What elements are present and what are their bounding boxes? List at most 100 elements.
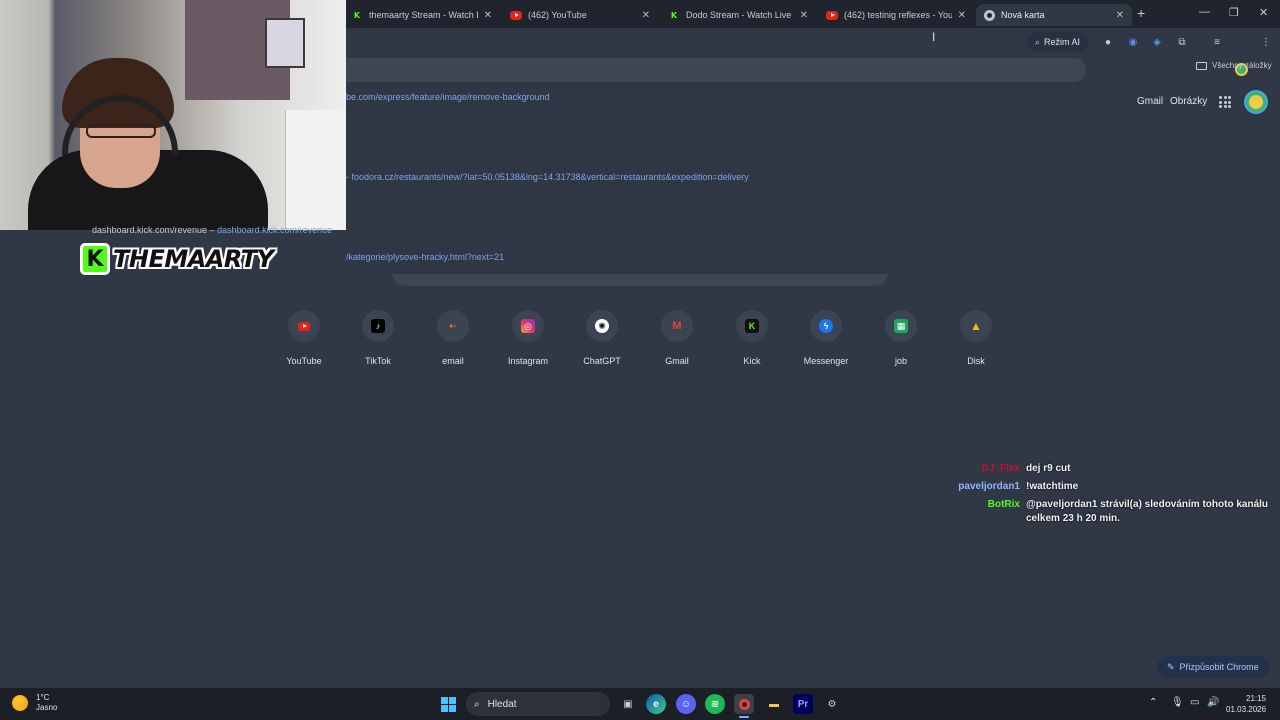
apps-grid-icon[interactable] [1219, 96, 1231, 108]
chat-username: BotRix [987, 499, 1020, 510]
menu-icon[interactable]: ⋮ [1259, 35, 1273, 49]
shortcut-job[interactable]: ▦ job [866, 310, 936, 366]
bookmarks-label: Všechny záložky [1212, 61, 1272, 70]
youtube-icon [826, 10, 838, 20]
weather-widget[interactable]: 1°C Jasno [12, 693, 57, 713]
tab-dodo[interactable]: K Dodo Stream - Watch Live on K ✕ [660, 4, 816, 26]
close-icon[interactable]: ✕ [1116, 10, 1124, 21]
new-tab-button[interactable]: + [1137, 5, 1145, 21]
account-avatar[interactable] [1244, 90, 1268, 114]
chrome-taskbar-icon[interactable] [734, 694, 754, 714]
shortcut-disk[interactable]: ▲ Disk [941, 310, 1011, 366]
tab-new-tab[interactable]: Nová karta ✕ [976, 4, 1132, 26]
extension-icon[interactable]: ◈ [1150, 35, 1164, 49]
shortcut-label: Gmail [665, 356, 689, 366]
microphone-icon[interactable]: 🎙 [1171, 697, 1184, 708]
shortcut-label: Messenger [803, 356, 849, 366]
webcam-overlay [0, 0, 346, 230]
kick-logo-icon: K [80, 243, 110, 275]
pencil-icon: ✎ [1167, 661, 1175, 672]
task-view-icon[interactable]: ▣ [618, 694, 638, 714]
minimize-button[interactable]: — [1199, 6, 1210, 18]
shortcut-email[interactable]: ⇠ email [418, 310, 488, 366]
kick-icon: K [351, 9, 363, 21]
close-icon[interactable]: ✕ [800, 10, 808, 21]
chat-text: !watchtime [1026, 481, 1079, 492]
email-icon: ⇠ [449, 320, 457, 331]
start-button[interactable] [438, 694, 458, 714]
shortcut-label: Kick [743, 356, 761, 366]
omnibox-suggestion[interactable]: /kategorie/plysove-hracky.html?next=21 [346, 252, 504, 262]
shortcut-tiktok[interactable]: ♪ TikTok [343, 310, 413, 366]
images-link[interactable]: Obrázky [1170, 96, 1207, 107]
puzzle-icon[interactable]: ⧉ [1175, 35, 1189, 49]
volume-icon[interactable]: 🔊 [1207, 697, 1219, 708]
chat-username: paveljordan1 [958, 481, 1020, 492]
tab-title: Dodo Stream - Watch Live on K [686, 10, 794, 20]
windows-icon [440, 696, 456, 712]
active-app-indicator [739, 716, 749, 718]
reading-list-icon[interactable]: ≡ [1210, 35, 1224, 49]
omnibox-suggestion[interactable]: be.com/express/feature/image/remove-back… [346, 92, 550, 102]
taskbar: 1°C Jasno ⌕ Hledat ▣ e ☺ ≋ ▬ Pr ⚙ ⌃ 🎙 ▭ … [0, 688, 1280, 720]
tab-title: Nová karta [1001, 10, 1045, 20]
extension-icon[interactable]: ● [1101, 35, 1115, 49]
chrome-icon [984, 9, 995, 21]
gmail-icon: M [672, 320, 682, 332]
shortcut-kick[interactable]: K Kick [717, 310, 787, 366]
omnibox-suggestion[interactable]: - foodora.cz/restaurants/new/?lat=50.051… [346, 172, 749, 182]
shortcut-label: email [442, 356, 464, 366]
shortcut-chatgpt[interactable]: ✺ ChatGPT [567, 310, 637, 366]
extension-icon[interactable]: ◉ [1126, 35, 1140, 49]
clock-date: 01.03.2026 [1226, 705, 1267, 714]
chevron-up-icon[interactable]: ⌃ [1149, 697, 1157, 708]
chat-message: DJ_Flex dej r9 cut [940, 462, 1280, 476]
shortcut-messenger[interactable]: ϟ Messenger [791, 310, 861, 366]
tab-testing-reflexes[interactable]: (462) testinig reflexes - YouTub ✕ [818, 4, 974, 26]
instagram-icon: ◎ [521, 319, 535, 333]
clock[interactable]: 21:15 01.03.2026 [1226, 693, 1266, 715]
network-icon[interactable]: ▭ [1190, 697, 1199, 708]
channel-logo: K THEMAARTY [80, 242, 274, 276]
omnibox[interactable] [346, 58, 1086, 82]
clock-time: 21:15 [1246, 694, 1267, 703]
chat-text: dej r9 cut [1026, 463, 1071, 474]
chat-message: BotRix @paveljordan1 strávil(a) sledován… [940, 498, 1280, 526]
customize-chrome-button[interactable]: ✎ Přizpůsobit Chrome [1157, 656, 1269, 678]
text-cursor-icon: I [932, 30, 936, 44]
restore-button[interactable]: ❐ [1229, 6, 1239, 19]
shortcut-instagram[interactable]: ◎ Instagram [493, 310, 563, 366]
omnibox-dropdown: be.com/express/feature/image/remove-back… [346, 82, 1096, 274]
shortcut-label: YouTube [286, 356, 322, 366]
close-icon[interactable]: ✕ [484, 10, 492, 21]
discord-icon[interactable]: ☺ [676, 694, 696, 714]
tiktok-icon: ♪ [371, 319, 385, 333]
youtube-icon [510, 10, 522, 20]
close-icon[interactable]: ✕ [958, 10, 966, 21]
tab-youtube[interactable]: (462) YouTube ✕ [502, 4, 658, 26]
chat-overlay: DJ_Flex dej r9 cut paveljordan1 !watchti… [940, 462, 1280, 530]
taskbar-search[interactable]: ⌕ Hledat [466, 692, 610, 716]
spotify-icon[interactable]: ≋ [705, 694, 725, 714]
close-window-button[interactable]: ✕ [1259, 6, 1268, 19]
premiere-icon[interactable]: Pr [793, 694, 813, 714]
shortcut-gmail[interactable]: M Gmail [642, 310, 712, 366]
gmail-link[interactable]: Gmail [1137, 96, 1163, 107]
shortcut-label: job [894, 356, 907, 366]
file-explorer-icon[interactable]: ▬ [764, 694, 784, 714]
channel-name: THEMAARTY [113, 245, 274, 273]
sheets-icon: ▦ [894, 319, 908, 333]
settings-gear-icon[interactable]: ⚙ [822, 694, 842, 714]
search-placeholder: Hledat [487, 698, 517, 710]
tab-title: themaarty Stream - Watch Live [369, 10, 478, 20]
ai-mode-button[interactable]: ⌕ Režim AI [1027, 32, 1089, 52]
chrome-icon [738, 698, 750, 710]
tab-themaarty[interactable]: K themaarty Stream - Watch Live ✕ [343, 4, 500, 26]
shortcut-youtube[interactable]: YouTube [269, 310, 339, 366]
chat-text: @paveljordan1 strávil(a) sledováním toho… [1026, 499, 1269, 524]
omnibox-suggestion-dashboard[interactable]: dashboard.kick.com/revenue – dashboard.k… [92, 225, 332, 235]
edge-icon[interactable]: e [646, 694, 666, 714]
all-bookmarks[interactable]: Všechny záložky [1196, 61, 1272, 70]
shortcut-label: ChatGPT [583, 356, 621, 366]
close-icon[interactable]: ✕ [642, 10, 650, 21]
